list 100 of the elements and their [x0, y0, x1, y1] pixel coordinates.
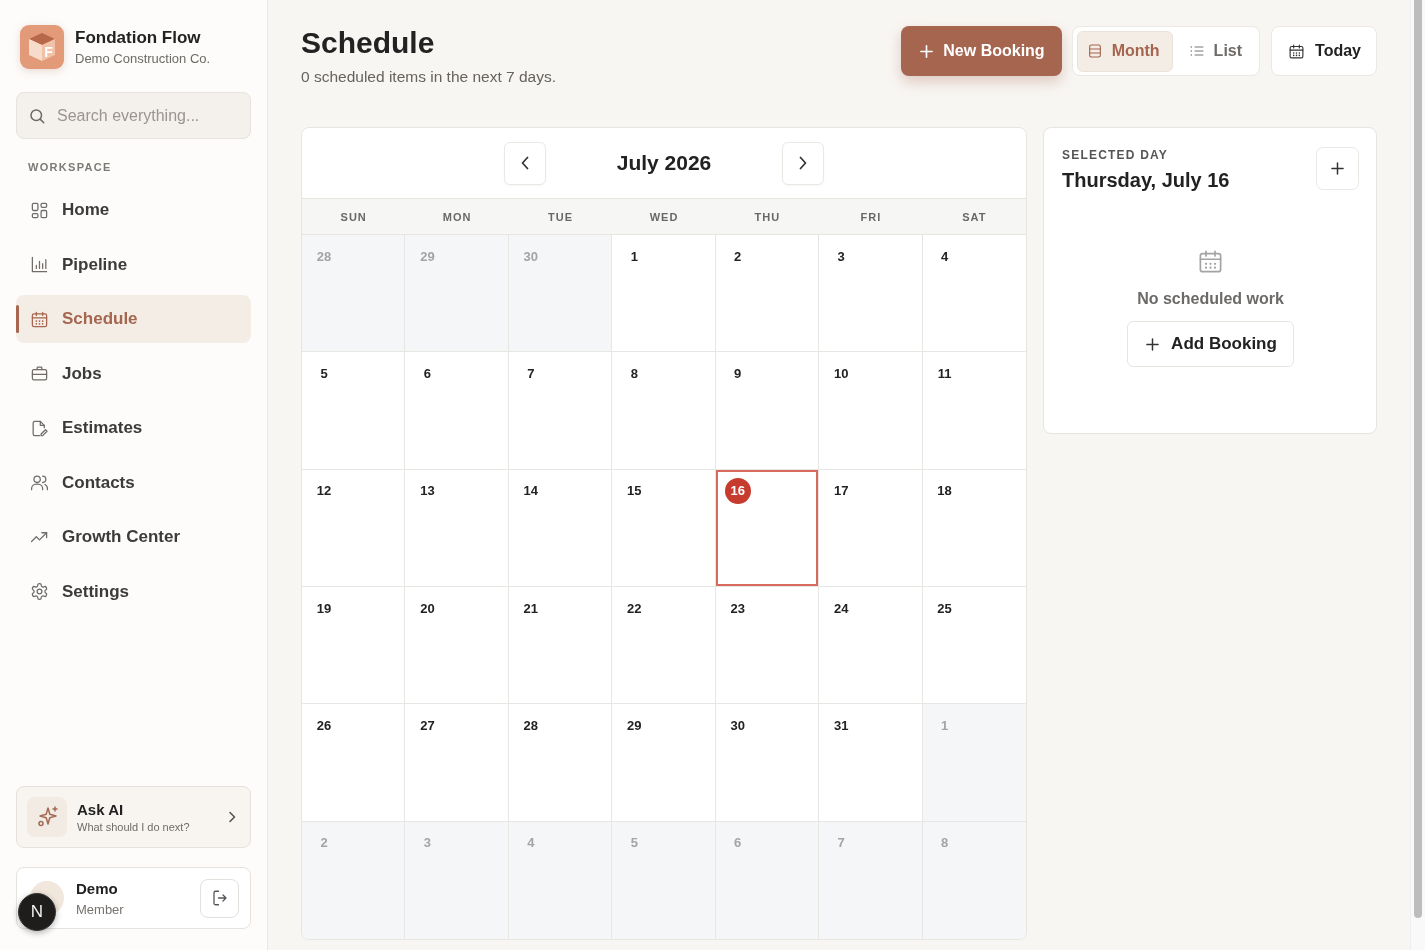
day-number: 28	[522, 716, 540, 735]
day-cell[interactable]: 22	[612, 587, 716, 705]
nav-item[interactable]: Pipeline	[16, 240, 251, 289]
day-number: 3	[836, 247, 846, 266]
today-button[interactable]: Today	[1271, 26, 1377, 76]
day-cell[interactable]: 31	[819, 704, 923, 822]
day-number: 6	[422, 364, 433, 383]
nav-item[interactable]: Schedule	[16, 295, 251, 343]
day-number: 12	[315, 482, 333, 501]
day-number: 26	[315, 716, 333, 735]
day-cell[interactable]: 19	[302, 587, 406, 705]
nav-item[interactable]: Jobs	[16, 349, 251, 398]
day-cell[interactable]: 27	[405, 704, 509, 822]
day-number: 31	[832, 716, 850, 735]
day-number: 30	[729, 716, 746, 735]
day-number: 11	[936, 364, 953, 383]
day-number: 7	[836, 834, 846, 853]
day-number: 1	[629, 247, 639, 266]
view-tab[interactable]: List	[1178, 30, 1256, 72]
day-cell[interactable]: 16	[715, 469, 820, 587]
day-cell[interactable]: 2	[715, 235, 820, 353]
day-number: 9	[733, 364, 743, 383]
day-cell[interactable]: 14	[508, 469, 613, 587]
add-button[interactable]	[1316, 147, 1359, 190]
day-number: 6	[733, 834, 743, 853]
day-number: 29	[419, 247, 436, 266]
briefcase-icon	[30, 364, 49, 383]
new-booking-button[interactable]: New Booking	[901, 26, 1062, 76]
weekday-label: SAT	[962, 210, 987, 223]
ask-ai-button[interactable]: Ask AI What should I do next?	[16, 786, 251, 848]
calendar-icon	[1197, 248, 1224, 275]
day-cell[interactable]: 28	[508, 704, 613, 822]
day-cell[interactable]: 20	[405, 587, 509, 705]
panel-eyebrow: SELECTED DAY	[1062, 148, 1168, 162]
month-title: July 2026	[616, 151, 712, 175]
page-title: Schedule	[301, 26, 435, 60]
day-cell[interactable]: 3	[819, 235, 923, 353]
view-tab[interactable]: Month	[1076, 30, 1173, 72]
scrollbar[interactable]	[1410, 0, 1425, 950]
weekday-label: FRI	[860, 210, 882, 223]
rows-icon	[1086, 43, 1103, 59]
day-number: 10	[832, 364, 850, 383]
day-cell[interactable]: 23	[715, 587, 820, 705]
chevron-left-icon	[520, 156, 529, 170]
users-icon	[30, 473, 49, 492]
bar-chart-icon	[30, 255, 49, 274]
day-number: 4	[939, 247, 950, 266]
nav-item[interactable]: Settings	[16, 567, 251, 616]
logout-button[interactable]	[200, 878, 239, 918]
previous-month-button[interactable]	[503, 141, 546, 185]
search-icon	[28, 106, 46, 125]
day-cell[interactable]: 12	[302, 469, 406, 587]
day-cell[interactable]: 17	[819, 469, 923, 587]
day-cell[interactable]: 15	[612, 469, 716, 587]
nav-item[interactable]: Contacts	[16, 458, 251, 507]
plus-icon	[1331, 162, 1344, 175]
day-cell[interactable]: 30	[715, 704, 820, 822]
day-cell[interactable]: 8	[612, 352, 716, 470]
day-cell[interactable]: 21	[508, 587, 613, 705]
logo-icon: F	[20, 25, 64, 69]
document-pen-icon	[30, 418, 49, 438]
day-number: 27	[419, 716, 436, 735]
day-cell[interactable]: 6	[405, 352, 509, 470]
day-number: 29	[626, 716, 643, 735]
day-number: 2	[319, 834, 329, 853]
next-month-button[interactable]	[782, 141, 825, 185]
day-cell[interactable]: 9	[715, 352, 820, 470]
day-number: 18	[936, 482, 953, 501]
day-number: 1	[939, 716, 950, 735]
day-cell[interactable]: 10	[819, 352, 923, 470]
selected-day-title: Thursday, July 16	[1062, 168, 1230, 192]
weekday-label: SUN	[340, 210, 367, 223]
nav-item[interactable]: Home	[16, 186, 251, 234]
plus-icon	[920, 44, 934, 58]
logout-icon	[210, 889, 229, 907]
search-field[interactable]: Search everything...	[16, 92, 251, 139]
brand-subtitle: Demo Construction Co.	[75, 49, 211, 68]
day-cell[interactable]: 7	[508, 352, 613, 470]
day-number: 24	[832, 599, 850, 618]
day-number: 16	[724, 477, 751, 504]
day-number: 5	[629, 834, 639, 853]
nav-item[interactable]: Growth Center	[16, 513, 251, 561]
day-number: 22	[626, 599, 643, 618]
nav-item[interactable]: Estimates	[16, 404, 251, 452]
day-cell[interactable]: 1	[612, 235, 716, 353]
weekday-label: TUE	[548, 210, 574, 223]
sparkle-icon	[27, 797, 67, 837]
day-cell[interactable]: 26	[302, 704, 406, 822]
day-cell[interactable]: 29	[612, 704, 716, 822]
user-name: Demo	[76, 878, 118, 898]
list-icon	[1188, 43, 1205, 59]
day-number: 14	[522, 482, 540, 501]
day-cell[interactable]: 5	[302, 352, 406, 470]
add-booking-button[interactable]: Add Booking	[1127, 321, 1294, 367]
day-cell[interactable]: 13	[405, 469, 509, 587]
day-number: 23	[729, 599, 746, 618]
day-cell[interactable]: 24	[819, 587, 923, 705]
calendar-icon	[30, 309, 49, 329]
weekday-label: WED	[649, 210, 679, 223]
page-subtitle: 0 scheduled items in the next 7 days.	[301, 67, 557, 87]
